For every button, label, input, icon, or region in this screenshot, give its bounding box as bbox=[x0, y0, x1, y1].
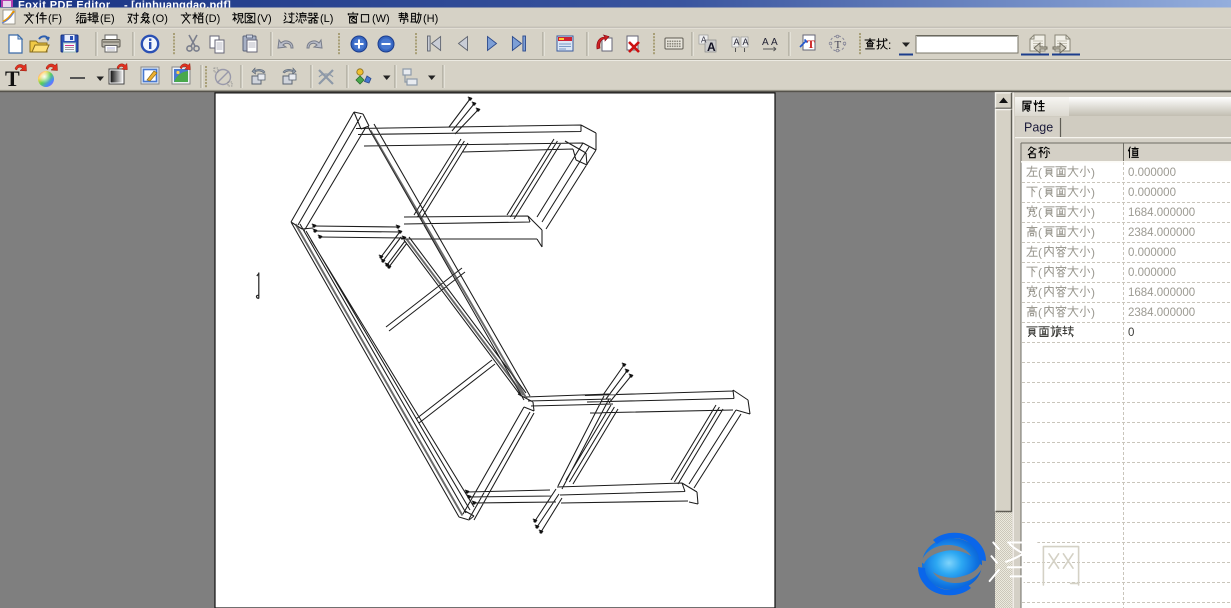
svg-text:(: ( bbox=[1038, 166, 1042, 180]
svg-text:(F): (F) bbox=[48, 13, 62, 25]
svg-text:): ) bbox=[1091, 186, 1095, 200]
svg-text:(: ( bbox=[1038, 266, 1042, 280]
svg-text:2384.000000: 2384.000000 bbox=[1128, 227, 1195, 239]
svg-text:): ) bbox=[1091, 306, 1095, 320]
svg-text:0.000000: 0.000000 bbox=[1128, 247, 1176, 259]
svg-text:2384.000000: 2384.000000 bbox=[1128, 307, 1195, 319]
svg-text:T: T bbox=[835, 39, 842, 51]
svg-text:(: ( bbox=[1038, 226, 1042, 240]
svg-text:A: A bbox=[743, 37, 749, 47]
svg-text:(O): (O) bbox=[152, 13, 168, 25]
svg-text:(: ( bbox=[1038, 206, 1042, 220]
svg-text:): ) bbox=[1091, 246, 1095, 260]
svg-text:(D): (D) bbox=[205, 13, 220, 25]
svg-text:(: ( bbox=[1038, 186, 1042, 200]
svg-text:A: A bbox=[762, 37, 769, 48]
svg-text:(: ( bbox=[1038, 246, 1042, 260]
svg-text:(: ( bbox=[1038, 286, 1042, 300]
svg-text:(E): (E) bbox=[100, 13, 115, 25]
svg-text:(: ( bbox=[1038, 306, 1042, 320]
svg-text:): ) bbox=[1091, 286, 1095, 300]
svg-text:(H): (H) bbox=[423, 13, 438, 25]
svg-text:A: A bbox=[707, 40, 716, 54]
svg-text:T: T bbox=[5, 66, 20, 91]
svg-text:): ) bbox=[1091, 206, 1095, 220]
svg-text:0.000000: 0.000000 bbox=[1128, 187, 1176, 199]
svg-text:0.000000: 0.000000 bbox=[1128, 167, 1176, 179]
svg-text:T: T bbox=[807, 37, 815, 51]
svg-text:0.000000: 0.000000 bbox=[1128, 267, 1176, 279]
svg-text::: : bbox=[888, 38, 891, 52]
svg-text:): ) bbox=[1091, 166, 1095, 180]
svg-text:1684.000000: 1684.000000 bbox=[1128, 207, 1195, 219]
svg-text:): ) bbox=[1091, 266, 1095, 280]
svg-text:(L): (L) bbox=[320, 13, 333, 25]
svg-text:A: A bbox=[734, 37, 740, 47]
svg-text:0: 0 bbox=[1128, 327, 1134, 339]
svg-text:(W): (W) bbox=[372, 13, 390, 25]
svg-text:Page: Page bbox=[1024, 121, 1053, 135]
svg-text:(V): (V) bbox=[257, 13, 272, 25]
svg-text:1684.000000: 1684.000000 bbox=[1128, 287, 1195, 299]
svg-text:A: A bbox=[771, 37, 778, 48]
svg-text:): ) bbox=[1091, 226, 1095, 240]
